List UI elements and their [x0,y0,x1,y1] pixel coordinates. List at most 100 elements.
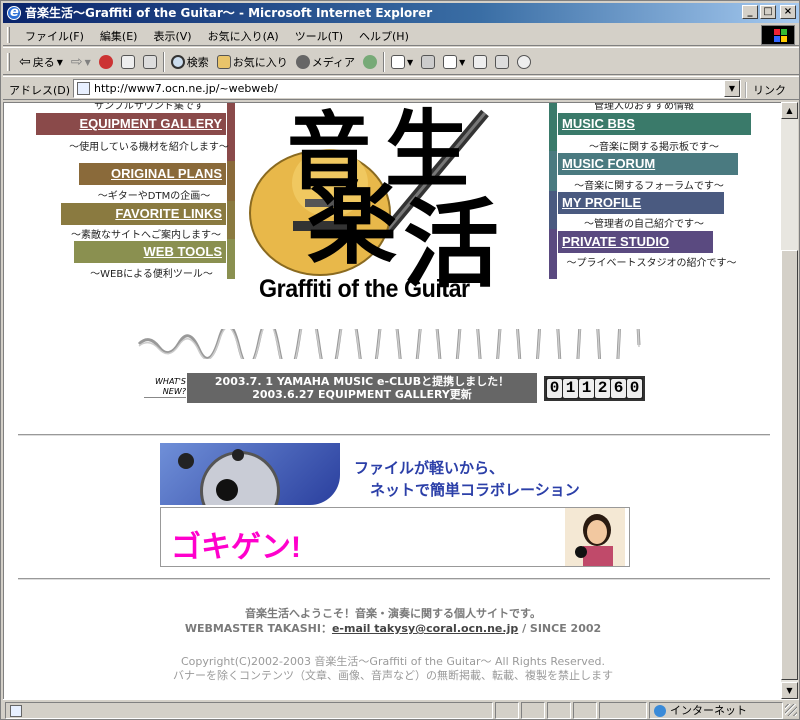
access-counter: 0 1 1 2 6 0 [544,376,645,401]
menu-view[interactable]: 表示(V) [145,28,199,44]
nav-private-studio-desc: ～プライベートスタジオの紹介です～ [566,258,737,269]
singer-photo [565,508,625,566]
counter-digit: 1 [563,379,578,398]
page-viewport: サンプルサウンド集です 管理人のおすすめ情報 EQUIPMENT GALLERY… [3,102,781,699]
favorites-label: お気に入り [232,56,288,69]
search-label: 検索 [186,56,209,69]
nav-original-plans[interactable]: ORIGINAL PLANS [79,163,226,185]
status-cell [495,702,519,719]
stop-button[interactable] [97,52,115,72]
address-url: http://www7.ocn.ne.jp/~webweb/ [94,82,278,95]
toolbar-separator [162,52,165,72]
nav-web-tools-desc: ～WEBによる便利ツール～ [90,269,213,280]
back-label: 戻る [32,56,55,69]
discuss-icon [473,55,488,69]
nav-my-profile-desc: ～管理者の自己紹介です～ [584,219,704,230]
vertical-scrollbar[interactable]: ▲ ▼ [781,102,798,699]
forward-button[interactable]: ⇨ ▼ [69,52,93,72]
decorative-squiggle [137,329,641,359]
right-accent-stripe [549,103,557,151]
nav-music-forum-desc: ～音楽に関するフォーラムです～ [574,181,724,192]
menubar-grip [7,27,10,43]
minimize-button[interactable]: _ [742,5,758,19]
footer-notice: バナーを除くコンテンツ（文章、画像、音声など）の無断掲載、転載、複製を禁止します [173,669,613,682]
nav-my-profile[interactable]: MY PROFILE [558,192,724,214]
print-icon [421,55,436,69]
home-button[interactable] [141,52,159,72]
research-button[interactable] [493,52,511,72]
nav-private-studio[interactable]: PRIVATE STUDIO [558,231,713,253]
nav-right-top-partial: 管理人のおすすめ情報 [594,102,694,112]
banner2-text: ゴキゲン! [171,531,301,564]
news-line[interactable]: 2003.6.27 EQUIPMENT GALLERY更新 [187,388,537,401]
gokigen-banner[interactable]: ゴキゲン! [160,507,630,567]
right-accent-stripe [549,151,557,191]
favorites-icon [216,55,231,69]
nav-music-bbs[interactable]: MUSIC BBS [558,113,751,135]
back-button[interactable]: ⇦ 戻る ▼ [17,52,65,72]
status-cell [599,702,647,719]
home-icon [142,55,157,69]
back-dropdown-icon[interactable]: ▼ [57,58,63,67]
nav-music-bbs-desc: ～音楽に関する掲示板です～ [589,142,719,153]
history-button[interactable] [361,52,379,72]
favorites-button[interactable]: お気に入り [215,52,290,72]
toolbar: ⇦ 戻る ▼ ⇨ ▼ 検索 お気に入り メディア ▼ ▼ [3,47,799,75]
status-cell [573,702,597,719]
counter-digit: 0 [547,379,562,398]
collaboration-banner[interactable]: ファイルが軽いから、 ネットで簡単コラボレーション [160,443,630,505]
news-box: 2003.7. 1 YAMAHA MUSIC e-CLUBと提携しました！ 20… [187,373,537,403]
toolbar-grip [7,53,10,71]
discuss-button[interactable] [471,52,489,72]
menu-edit[interactable]: 編集(E) [92,28,146,44]
logo-kanji-gaku: 楽 [307,171,397,277]
search-button[interactable]: 検索 [169,52,211,72]
scroll-thumb[interactable] [781,250,798,680]
scroll-down-icon[interactable]: ▼ [781,682,798,699]
browser-window: 音楽生活～Graffiti of the Guitar～ - Microsoft… [0,0,800,720]
nav-favorite-links[interactable]: FAVORITE LINKS [61,203,226,225]
menu-file[interactable]: ファイル(F) [17,28,92,44]
mail-button[interactable]: ▼ [389,52,415,72]
media-button[interactable]: メディア [294,52,357,72]
address-dropdown-icon[interactable]: ▼ [724,80,740,97]
menu-help[interactable]: ヘルプ(H) [351,28,417,44]
right-accent-stripe [549,191,557,229]
messenger-button[interactable] [515,52,533,72]
edit-button[interactable]: ▼ [441,52,467,72]
site-logo: 音 生 楽 活 Graffiti of the Guitar [235,103,545,308]
resize-grip-icon[interactable] [785,704,797,716]
scroll-up-icon[interactable]: ▲ [781,102,798,119]
counter-digit: 6 [611,379,626,398]
nav-equipment-gallery-desc: ～使用している機材を紹介します～ [69,142,229,153]
messenger-icon [517,55,532,69]
status-cell [521,702,545,719]
forward-dropdown-icon[interactable]: ▼ [85,58,91,67]
menu-favorites[interactable]: お気に入り(A) [200,28,287,44]
divider [18,578,770,580]
divider [18,434,770,436]
print-button[interactable] [419,52,437,72]
status-bar: インターネット [3,699,799,719]
maximize-button[interactable]: □ [760,5,776,19]
since-label: / SINCE 2002 [522,622,602,635]
toolbar-separator-2 [383,52,386,72]
banner1-line2: ネットで簡単コラボレーション [370,481,580,499]
media-label: メディア [311,56,356,69]
refresh-button[interactable] [119,52,137,72]
nav-music-forum[interactable]: MUSIC FORUM [558,153,738,175]
counter-digit: 1 [579,379,594,398]
menu-tools[interactable]: ツール(T) [287,28,351,44]
links-button[interactable]: リンク [745,82,786,98]
banner1-line1: ファイルが軽いから、 [354,459,505,477]
right-accent-stripe [549,229,557,279]
news-line[interactable]: 2003.7. 1 YAMAHA MUSIC e-CLUBと提携しました！ [187,375,537,388]
nav-equipment-gallery[interactable]: EQUIPMENT GALLERY [36,113,226,135]
address-input[interactable]: http://www7.ocn.ne.jp/~webweb/ ▼ [73,79,741,98]
close-button[interactable]: × [780,5,796,19]
mail-icon [391,55,406,69]
refresh-icon [120,55,135,69]
email-link[interactable]: e-mail takysy@coral.ocn.ne.jp [332,622,518,635]
address-label: アドレス(D) [9,84,71,97]
nav-web-tools[interactable]: WEB TOOLS [74,241,226,263]
